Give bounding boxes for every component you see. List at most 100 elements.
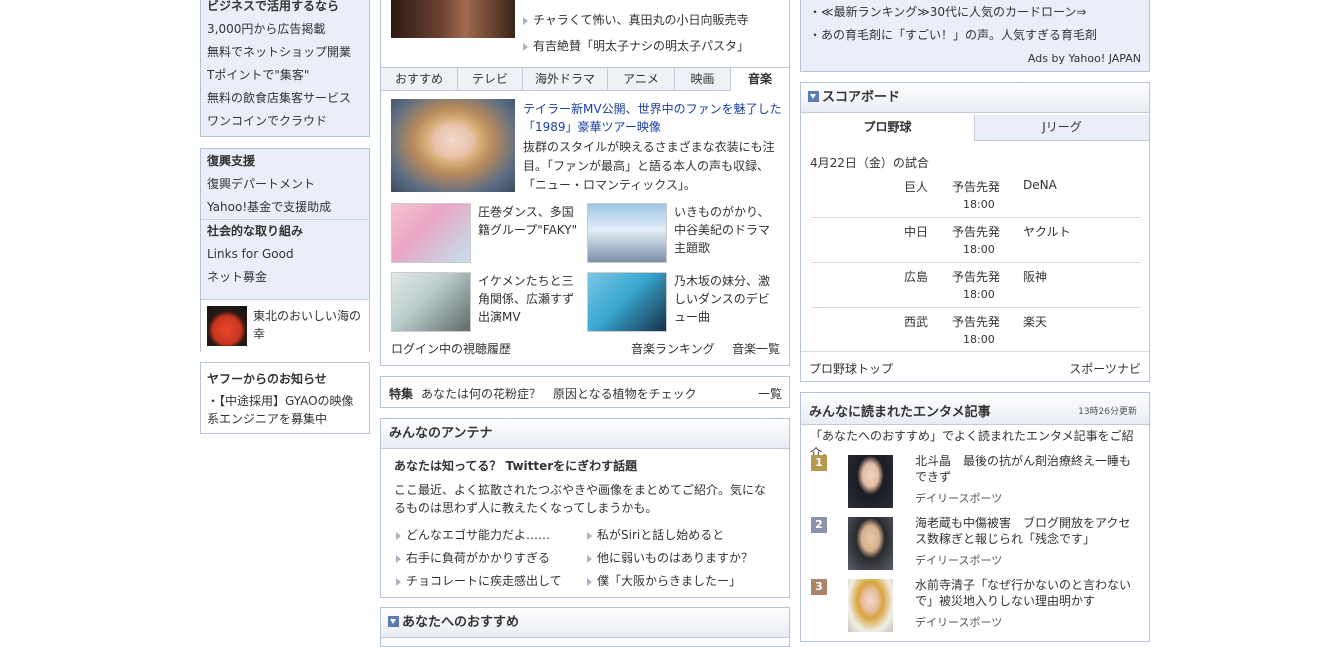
social-link-links-for-good[interactable]: Links for Good	[201, 243, 369, 266]
antenna-headline[interactable]: あなたは知ってる？ Twitterをにぎわす話題	[394, 457, 637, 474]
scoreboard-title[interactable]: スコアボード	[801, 83, 1149, 113]
ent-thumbnail[interactable]	[848, 455, 893, 508]
ent-updated: 13時26分更新	[1078, 407, 1137, 417]
tab-tv[interactable]: テレビ	[458, 68, 523, 90]
special-label: 特集	[389, 387, 414, 401]
business-heading[interactable]: ビジネスで活用するなら	[201, 0, 369, 18]
antenna-description: ここ最近、よく拡散されたつぶやきや画像をまとめてご紹介。気になるものは思わず人に…	[394, 483, 767, 515]
card-thumbnail-ikimono[interactable]	[587, 203, 667, 263]
collapse-icon	[808, 91, 819, 102]
ent-title: みんなに読まれたエンタメ記事	[809, 405, 991, 420]
game-status: 予告先発	[952, 180, 1001, 194]
tab-anime[interactable]: アニメ	[608, 68, 675, 90]
antenna-link-2[interactable]: 私がSiriと話し始めると	[587, 526, 724, 543]
ad-link-2[interactable]: ・あの育毛剤に「すごい！」の声。人気すぎる育毛剤	[809, 26, 1097, 43]
card-text-ikimono[interactable]: いきものがかり、中谷美紀のドラマ主題歌	[674, 203, 774, 257]
business-link-ad[interactable]: 3,000円から広告掲載	[201, 18, 369, 41]
antenna-link-6[interactable]: 僕「大阪からきましたー」	[587, 572, 741, 589]
game-status: 予告先発	[952, 270, 1001, 284]
game-row[interactable]: 中日 予告先発 ヤクルト 18:00	[811, 218, 1141, 263]
ent-thumbnail[interactable]	[848, 579, 893, 632]
antenna-title: みんなのアンテナ	[381, 419, 789, 449]
business-link-cloud[interactable]: ワンコインでクラウド	[201, 110, 369, 133]
business-link-restaurant[interactable]: 無料の飲食店集客サービス	[201, 87, 369, 110]
ent-article-source: デイリースポーツ	[915, 492, 1003, 505]
tab-movie[interactable]: 映画	[675, 68, 731, 90]
social-link-donation[interactable]: ネット募金	[201, 266, 369, 289]
recommend-box: あなたへのおすすめ	[380, 607, 790, 647]
ent-article-title[interactable]: 海老蔵も中傷被害 ブログ開放をアクセス数稼ぎと報じられ「残念です」	[915, 515, 1141, 547]
music-list-link[interactable]: 音楽一覧	[732, 340, 780, 357]
card-text-nogizaka[interactable]: 乃木坂の妹分、激しいダンスのデビュー曲	[674, 272, 774, 326]
card-thumbnail-nogizaka[interactable]	[587, 272, 667, 332]
support-box: 復興支援 復興デパートメント Yahoo!基金で支援助成 社会的な取り組み Li…	[200, 148, 370, 352]
tab-music[interactable]: 音楽	[731, 68, 789, 92]
ent-thumbnail[interactable]	[848, 517, 893, 570]
lead-description: 抜群のスタイルが映えるさまざまな衣装にも注目。「ファンが最高」と語る本人の声も収…	[523, 140, 775, 192]
lead-title[interactable]: テイラー新MV公開、世界中のファンを魅了した「1989」豪華ツアー映像	[523, 100, 783, 136]
top-thumbnail[interactable]	[391, 0, 515, 38]
special-link[interactable]: あなたは何の花粉症？ 原因となる植物をチェック	[421, 385, 697, 402]
game-status: 予告先発	[952, 225, 1001, 239]
ent-article-title[interactable]: 水前寺清子「なぜ行かないのと言わないで」被災地入りしない理由明かす	[915, 577, 1141, 609]
ent-article-source: デイリースポーツ	[915, 554, 1003, 567]
top-link-2-text: 有吉絶賛「明太子ナシの明太子パスタ」	[533, 39, 750, 53]
arrow-icon	[523, 16, 528, 25]
away-team: ヤクルト	[1023, 225, 1071, 239]
card-text-hirose[interactable]: イケメンたちと三角関係、広瀬すず出演MV	[478, 272, 578, 326]
collapse-icon	[388, 616, 399, 627]
scoreboard-box: スコアボード プロ野球 Jリーグ 4月22日（金）の試合 巨人 予告先発 DeN…	[800, 82, 1150, 382]
antenna-link-3[interactable]: 右手に負荷がかかりすぎる	[396, 549, 550, 566]
media-box: チャラくて怖い、真田丸の小日向販売寺 有吉絶賛「明太子ナシの明太子パスタ」 おす…	[380, 0, 790, 366]
sportsnavi-link[interactable]: スポーツナビ	[1069, 360, 1141, 377]
pro-baseball-top-link[interactable]: プロ野球トップ	[809, 360, 893, 377]
antenna-link-4[interactable]: 他に弱いものはありますか？	[587, 549, 753, 566]
card-thumbnail-hirose[interactable]	[391, 272, 471, 332]
arrow-icon	[396, 577, 401, 586]
social-heading[interactable]: 社会的な取り組み	[201, 220, 369, 243]
game-row[interactable]: 西武 予告先発 楽天 18:00	[811, 308, 1141, 353]
top-link-2[interactable]: 有吉絶賛「明太子ナシの明太子パスタ」	[523, 37, 749, 54]
support-link-department[interactable]: 復興デパートメント	[201, 173, 369, 196]
notice-box: ヤフーからのお知らせ ・【中途採用】GYAOの映像系エンジニアを募集中	[200, 362, 370, 434]
antenna-link-4-text: 他に弱いものはありますか？	[597, 551, 754, 565]
tab-recommended[interactable]: おすすめ	[381, 68, 458, 90]
ads-credit[interactable]: Ads by Yahoo! JAPAN	[1028, 52, 1141, 65]
business-link-shop[interactable]: 無料でネットショップ開業	[201, 41, 369, 64]
home-team: 広島	[904, 270, 929, 284]
card-text-faky[interactable]: 圧巻ダンス、多国籍グループ"FAKY"	[478, 203, 578, 239]
ent-header: みんなに読まれたエンタメ記事 13時26分更新	[801, 393, 1149, 425]
notice-heading: ヤフーからのお知らせ	[207, 372, 327, 386]
antenna-link-5[interactable]: チョコレートに疾走感出して	[396, 572, 562, 589]
antenna-link-1[interactable]: どんなエゴサ能力だよ……	[396, 526, 550, 543]
game-time: 18:00	[963, 243, 995, 256]
history-link[interactable]: ログイン中の視聴履歴	[391, 340, 511, 357]
top-link-1-text: チャラくて怖い、真田丸の小日向販売寺	[533, 13, 749, 27]
game-row[interactable]: 広島 予告先発 阪神 18:00	[811, 263, 1141, 308]
game-row[interactable]: 巨人 予告先発 DeNA 18:00	[811, 173, 1141, 218]
special-box: 特集 あなたは何の花粉症？ 原因となる植物をチェック 一覧	[380, 376, 790, 408]
tab-pro-baseball[interactable]: プロ野球	[801, 115, 975, 141]
lead-image[interactable]	[391, 99, 515, 192]
ent-article-title[interactable]: 北斗晶 最後の抗がん剤治療終え一睡もできず	[915, 453, 1141, 485]
top-link-1[interactable]: チャラくて怖い、真田丸の小日向販売寺	[523, 11, 749, 28]
promo-thumbnail	[207, 306, 247, 346]
music-ranking-link[interactable]: 音楽ランキング	[631, 340, 715, 357]
promo-item[interactable]: 東北のおいしい海の幸	[201, 299, 369, 352]
special-more-link[interactable]: 一覧	[758, 385, 782, 402]
ad-link-1[interactable]: ・≪最新ランキング≫30代に人気のカードローン⇒	[809, 3, 1087, 20]
notice-item[interactable]: ・【中途採用】GYAOの映像系エンジニアを募集中	[207, 392, 363, 428]
game-time: 18:00	[963, 333, 995, 346]
away-team: 楽天	[1023, 315, 1048, 329]
business-link-tpoint[interactable]: Tポイントで"集客"	[201, 64, 369, 87]
arrow-icon	[396, 531, 401, 540]
tab-foreign-drama[interactable]: 海外ドラマ	[523, 68, 608, 90]
arrow-icon	[587, 577, 592, 586]
recommend-title[interactable]: あなたへのおすすめ	[381, 608, 789, 638]
support-heading[interactable]: 復興支援	[201, 150, 369, 173]
scoreboard-tabs: プロ野球 Jリーグ	[801, 115, 1149, 141]
tab-j-league[interactable]: Jリーグ	[975, 115, 1149, 140]
arrow-icon	[523, 42, 528, 51]
support-link-fund[interactable]: Yahoo!基金で支援助成	[201, 196, 369, 219]
card-thumbnail-faky[interactable]	[391, 203, 471, 263]
